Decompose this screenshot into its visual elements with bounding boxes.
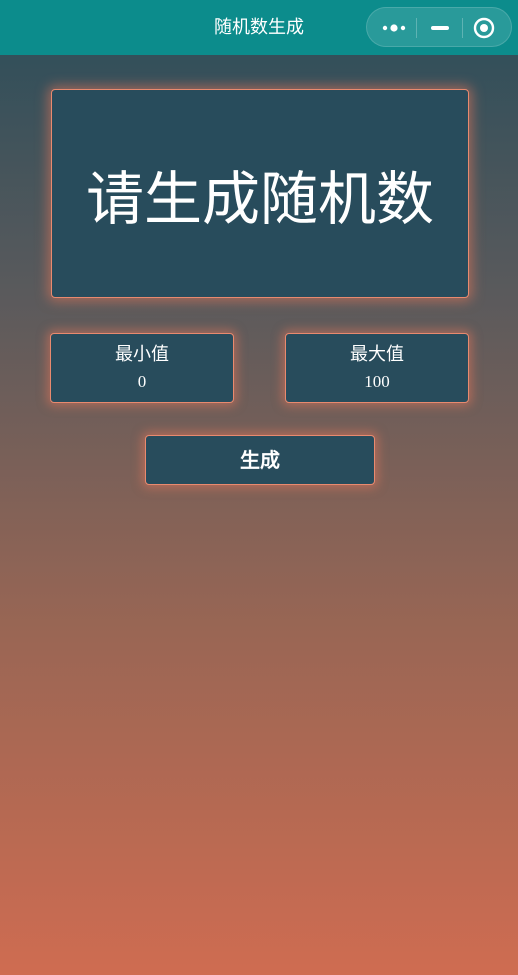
capsule-divider: [416, 18, 417, 38]
max-value-input[interactable]: 100: [286, 372, 468, 392]
display-text: 请生成随机数: [85, 164, 434, 233]
min-value-input[interactable]: 0: [51, 372, 233, 392]
minimize-icon[interactable]: [427, 20, 453, 36]
max-value-label: 最大值: [350, 344, 404, 365]
target-close-icon[interactable]: [471, 16, 497, 40]
min-value-field[interactable]: 最小值 0: [50, 333, 234, 403]
random-number-display: 请生成随机数: [51, 89, 469, 298]
max-value-field[interactable]: 最大值 100: [285, 333, 469, 403]
more-dots-icon[interactable]: [381, 20, 407, 36]
generate-button[interactable]: 生成: [145, 435, 375, 485]
menu-capsule: [366, 7, 512, 47]
capsule-divider: [462, 18, 463, 38]
min-value-label: 最小值: [115, 344, 169, 365]
navigation-bar: 随机数生成: [0, 0, 518, 55]
